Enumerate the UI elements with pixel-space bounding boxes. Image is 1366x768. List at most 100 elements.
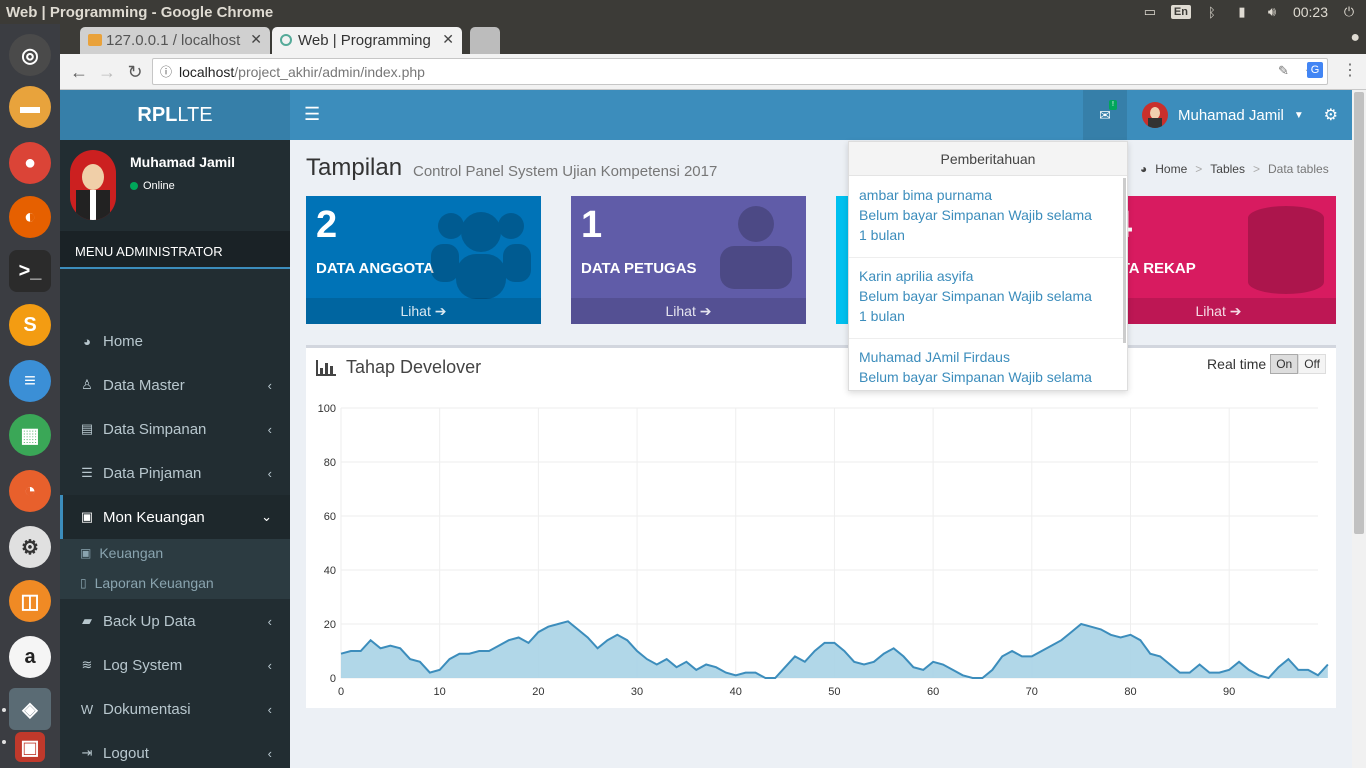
arrow-circle-right-icon: ➔ <box>434 303 447 319</box>
profile-icon[interactable]: ● <box>1350 29 1360 47</box>
hamburger-icon[interactable]: ☰ <box>304 104 320 125</box>
user-name: Muhamad Jamil <box>1178 106 1284 124</box>
chrome-icon[interactable]: ● <box>9 142 51 184</box>
sidebar-item-mon-keuangan[interactable]: ▣ Mon Keuangan ⌄ <box>60 495 290 539</box>
extension-icon[interactable]: ✎ <box>1278 63 1289 79</box>
app-logo[interactable]: RPL LTE <box>60 90 290 140</box>
y-tick-label: 100 <box>318 403 336 415</box>
translate-icon[interactable]: G <box>1307 62 1323 78</box>
stat-box-footer-link[interactable]: Lihat ➔ <box>571 298 806 324</box>
realtime-on-button[interactable]: On <box>1270 354 1299 374</box>
tab-web-programming[interactable]: Web | Programming ✕ <box>272 27 462 54</box>
info-icon[interactable]: ⓘ <box>153 63 179 80</box>
files-icon[interactable]: ▬ <box>9 86 51 128</box>
terminal-icon[interactable]: >_ <box>9 250 51 292</box>
bluetooth-icon[interactable]: ᛒ <box>1203 4 1221 20</box>
notification-message: Belum bayar Simpanan Wajib selama <box>859 369 1092 385</box>
chevron-left-icon: ‹ <box>267 657 272 673</box>
avatar <box>1142 102 1168 128</box>
male-icon: ♙ <box>81 377 93 392</box>
sublime-icon[interactable]: S <box>9 304 51 346</box>
chevron-down-icon: ⌄ <box>261 509 272 524</box>
notification-item[interactable]: Muhamad JAmil Firdaus Belum bayar Simpan… <box>849 339 1124 390</box>
stat-box-footer-link[interactable]: Lihat ➔ <box>1101 298 1336 324</box>
back-icon[interactable]: ← <box>68 61 90 83</box>
notification-name: Muhamad JAmil Firdaus <box>859 349 1010 365</box>
tab-label: Web | Programming <box>298 32 431 49</box>
presentation-icon[interactable]: ◔ <box>9 470 51 512</box>
stat-box-footer-link[interactable]: Lihat ➔ <box>306 298 541 324</box>
url-host: localhost <box>179 63 235 80</box>
stat-number: 1 <box>581 204 603 246</box>
notifications-button[interactable]: ✉ ! <box>1083 90 1127 140</box>
settings-toggle-icon[interactable]: ⚙ <box>9 526 51 568</box>
breadcrumb: ◕ Home > Tables > Data tables <box>1140 162 1329 176</box>
display-icon[interactable]: ▭ <box>1141 4 1159 20</box>
page-icon <box>280 34 292 46</box>
sidebar-item-back-up-data[interactable]: ▰ Back Up Data ‹ <box>60 599 290 643</box>
logo-bold: RPL <box>137 103 178 126</box>
x-tick-label: 60 <box>927 686 939 698</box>
sidebar-item-label: Mon Keuangan <box>103 508 205 526</box>
footer-label: Lihat <box>665 303 696 319</box>
reload-icon[interactable]: ↻ <box>124 61 146 83</box>
sidebar-item-logout[interactable]: ⇥ Logout ‹ <box>60 731 290 768</box>
submenu: ▣ Keuangan ▯ Laporan Keuangan <box>60 539 290 599</box>
forward-icon[interactable]: → <box>96 61 118 83</box>
breadcrumb-home[interactable]: Home <box>1155 162 1187 176</box>
sidebar-user-name: Muhamad Jamil <box>130 154 236 170</box>
sidebar-item-label: Logout <box>103 744 149 762</box>
app-icon[interactable]: ◈ <box>9 688 51 730</box>
notification-item[interactable]: ambar bima purnama Belum bayar Simpanan … <box>849 177 1124 258</box>
arrow-circle-right-icon: ➔ <box>699 303 712 319</box>
stat-number: 2 <box>316 204 338 246</box>
list-icon: ☰ <box>81 465 93 480</box>
menu-dots-icon[interactable]: ⋮ <box>1342 60 1358 80</box>
page-scrollbar-thumb[interactable] <box>1354 92 1364 534</box>
notification-name: ambar bima purnama <box>859 187 993 203</box>
user-menu[interactable]: Muhamad Jamil ▼ <box>1142 90 1304 140</box>
notification-item[interactable]: Karin aprilia asyifa Belum bayar Simpana… <box>849 258 1124 339</box>
sidebar-item-home[interactable]: ◕ Home <box>60 319 290 363</box>
spreadsheet-icon[interactable]: ▦ <box>9 414 51 456</box>
power-icon[interactable]: ⏻ <box>1340 4 1358 20</box>
document-icon[interactable]: ≡ <box>9 360 51 402</box>
sidebar-item-label: Home <box>103 332 144 350</box>
realtime-off-button[interactable]: Off <box>1298 354 1326 374</box>
sidebar-item-data-simpanan[interactable]: ▤ Data Simpanan ‹ <box>60 407 290 451</box>
clock[interactable]: 00:23 <box>1293 4 1328 20</box>
online-dot-icon <box>130 182 138 190</box>
sidebar-item-dokumentasi[interactable]: W Dokumentasi ‹ <box>60 687 290 731</box>
app-red-icon[interactable]: ▣ <box>15 732 45 762</box>
users-icon <box>431 212 531 299</box>
volume-icon[interactable]: 🔊︎ <box>1263 4 1281 20</box>
tab-phpmyadmin[interactable]: 127.0.0.1 / localhost ✕ <box>80 27 270 54</box>
keyboard-layout[interactable]: En <box>1170 5 1191 19</box>
sidebar-item-data-master[interactable]: ♙ Data Master ‹ <box>60 363 290 407</box>
url-path: /project_akhir/admin/index.php <box>234 63 425 80</box>
chart-box-title: Tahap Develover <box>346 357 482 377</box>
close-icon[interactable]: ✕ <box>442 31 454 48</box>
sidebar-item-data-pinjaman[interactable]: ☰ Data Pinjaman ‹ <box>60 451 290 495</box>
breadcrumb-tables[interactable]: Tables <box>1210 162 1245 176</box>
ubuntu-logo-icon[interactable]: ◎ <box>9 34 51 76</box>
amazon-icon[interactable]: a <box>9 636 51 678</box>
submenu-item-laporan-keuangan[interactable]: ▯ Laporan Keuangan <box>80 575 214 591</box>
top-navbar: ☰ ✉ ! Muhamad Jamil ▼ ⚙ <box>290 90 1352 140</box>
notifications-scrollbar[interactable] <box>1123 178 1126 343</box>
database-icon <box>1248 206 1324 294</box>
battery-icon[interactable]: ▮ <box>1233 4 1251 20</box>
system-tray: ▭ En ᛒ ▮ 🔊︎ 00:23 ⏻ <box>1141 0 1366 24</box>
sign-out-icon: ⇥ <box>81 745 93 760</box>
sidebar-item-log-system[interactable]: ≋ Log System ‹ <box>60 643 290 687</box>
new-tab-button[interactable] <box>470 27 500 54</box>
stat-box-rekap: 4 ATA REKAP Lihat ➔ <box>1101 196 1336 324</box>
software-center-icon[interactable]: ◫ <box>9 580 51 622</box>
address-bar[interactable]: ⓘ localhost/project_akhir/admin/index.ph… <box>152 58 1328 85</box>
database-icon: ≋ <box>81 657 93 672</box>
submenu-item-keuangan[interactable]: ▣ Keuangan <box>80 545 163 561</box>
chevron-left-icon: ‹ <box>267 465 272 481</box>
close-icon[interactable]: ✕ <box>250 31 262 48</box>
firefox-icon[interactable]: ◐ <box>9 196 51 238</box>
gears-icon[interactable]: ⚙ <box>1324 105 1338 125</box>
